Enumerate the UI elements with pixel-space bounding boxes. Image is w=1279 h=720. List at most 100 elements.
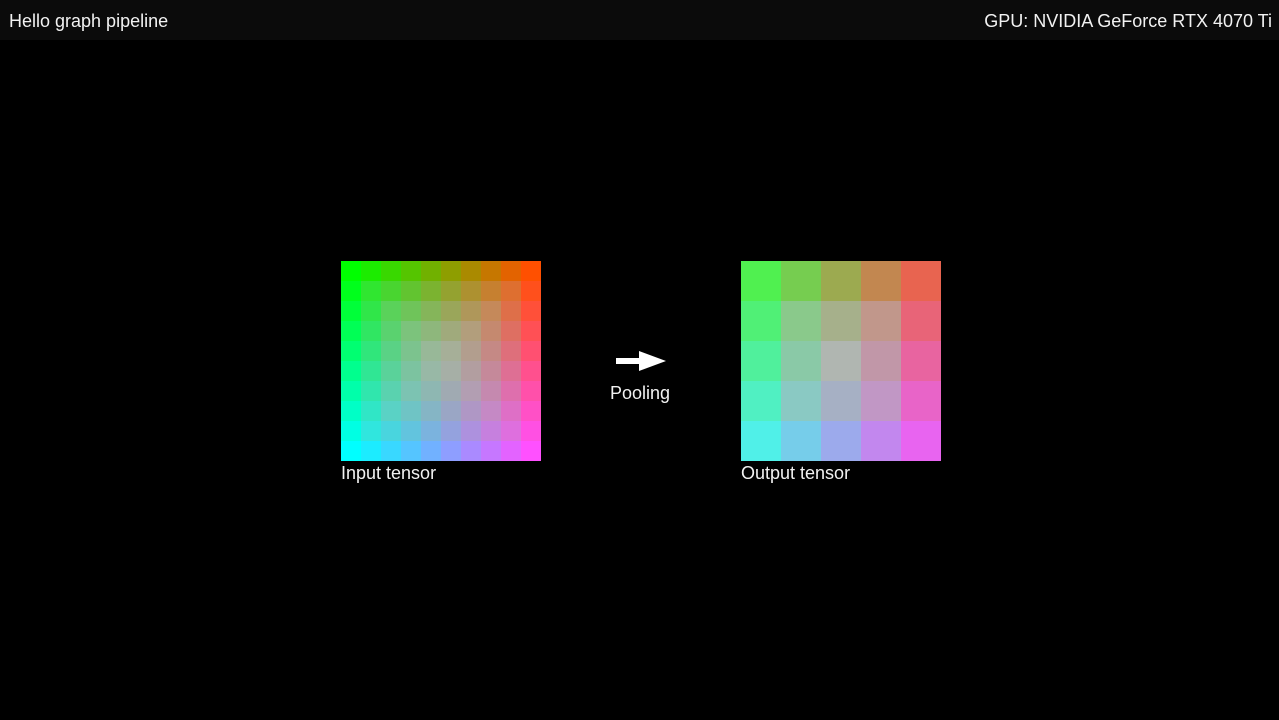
input-tensor-cell	[341, 301, 361, 321]
input-tensor-cell	[341, 281, 361, 301]
input-tensor-cell	[481, 401, 501, 421]
output-tensor-cell	[901, 381, 941, 421]
input-tensor-cell	[381, 401, 401, 421]
input-tensor-cell	[461, 381, 481, 401]
input-tensor-cell	[381, 341, 401, 361]
input-tensor-cell	[441, 361, 461, 381]
input-tensor-cell	[381, 301, 401, 321]
input-tensor-cell	[481, 281, 501, 301]
input-tensor-cell	[381, 381, 401, 401]
input-tensor-cell	[501, 261, 521, 281]
input-tensor-cell	[521, 381, 541, 401]
input-tensor-grid	[341, 261, 541, 461]
input-tensor-caption: Input tensor	[341, 463, 437, 483]
output-tensor-grid	[741, 261, 941, 461]
app-title: Hello graph pipeline	[9, 11, 169, 31]
output-tensor-cell	[741, 301, 781, 341]
output-tensor-cell	[781, 341, 821, 381]
output-tensor-cell	[741, 381, 781, 421]
input-tensor-cell	[361, 301, 381, 321]
input-tensor-cell	[461, 361, 481, 381]
input-tensor-cell	[401, 281, 421, 301]
input-tensor-cell	[521, 401, 541, 421]
input-tensor-cell	[421, 441, 441, 461]
input-tensor-cell	[441, 261, 461, 281]
input-tensor-cell	[421, 421, 441, 441]
output-tensor-cell	[741, 341, 781, 381]
input-tensor-cell	[401, 341, 421, 361]
input-tensor-cell	[401, 261, 421, 281]
input-tensor-cell	[441, 421, 461, 441]
input-tensor-cell	[341, 381, 361, 401]
input-tensor-cell	[441, 381, 461, 401]
input-tensor-cell	[401, 321, 421, 341]
input-tensor-cell	[421, 361, 441, 381]
input-tensor-cell	[501, 381, 521, 401]
input-tensor-cell	[361, 261, 381, 281]
input-tensor-cell	[501, 401, 521, 421]
input-tensor-cell	[481, 301, 501, 321]
input-tensor-cell	[341, 321, 361, 341]
input-tensor-cell	[521, 261, 541, 281]
input-tensor-cell	[341, 361, 361, 381]
output-tensor-cell	[741, 421, 781, 461]
input-tensor-cell	[341, 341, 361, 361]
output-tensor-cell	[901, 301, 941, 341]
input-tensor-cell	[421, 321, 441, 341]
input-tensor-cell	[461, 261, 481, 281]
input-tensor-cell	[521, 301, 541, 321]
input-tensor-cell	[421, 281, 441, 301]
output-tensor-cell	[821, 341, 861, 381]
input-tensor-cell	[481, 381, 501, 401]
input-tensor-cell	[441, 441, 461, 461]
input-tensor-cell	[461, 321, 481, 341]
input-tensor-cell	[441, 341, 461, 361]
output-tensor-cell	[861, 381, 901, 421]
input-tensor-cell	[461, 421, 481, 441]
input-tensor-cell	[361, 441, 381, 461]
input-tensor-cell	[421, 381, 441, 401]
input-tensor-cell	[361, 281, 381, 301]
input-tensor-cell	[381, 281, 401, 301]
input-tensor-cell	[501, 421, 521, 441]
input-tensor-cell	[341, 421, 361, 441]
input-tensor-cell	[421, 401, 441, 421]
input-tensor-cell	[401, 401, 421, 421]
input-tensor-cell	[361, 321, 381, 341]
input-tensor-cell	[441, 401, 461, 421]
input-tensor-cell	[461, 341, 481, 361]
input-tensor-cell	[501, 281, 521, 301]
input-tensor-cell	[381, 361, 401, 381]
input-tensor-cell	[361, 341, 381, 361]
input-tensor-cell	[341, 401, 361, 421]
input-tensor-cell	[401, 301, 421, 321]
input-tensor-cell	[421, 341, 441, 361]
output-tensor-cell	[821, 381, 861, 421]
input-tensor-cell	[441, 281, 461, 301]
output-tensor-cell	[901, 261, 941, 301]
input-tensor-cell	[461, 301, 481, 321]
input-tensor-cell	[441, 321, 461, 341]
input-tensor-cell	[361, 361, 381, 381]
input-tensor-cell	[521, 281, 541, 301]
output-tensor-cell	[901, 341, 941, 381]
output-tensor-cell	[781, 381, 821, 421]
input-tensor-cell	[501, 441, 521, 461]
input-tensor-cell	[501, 321, 521, 341]
input-tensor-cell	[521, 321, 541, 341]
input-tensor-cell	[461, 401, 481, 421]
input-tensor-cell	[381, 321, 401, 341]
input-tensor-cell	[461, 441, 481, 461]
input-tensor-cell	[481, 261, 501, 281]
input-tensor-cell	[381, 421, 401, 441]
input-tensor-cell	[341, 261, 361, 281]
output-tensor-cell	[741, 261, 781, 301]
output-tensor-cell	[821, 261, 861, 301]
input-tensor-cell	[421, 261, 441, 281]
input-tensor-cell	[501, 341, 521, 361]
output-tensor-cell	[861, 261, 901, 301]
output-tensor-cell	[861, 341, 901, 381]
input-tensor-cell	[521, 421, 541, 441]
input-tensor-cell	[481, 441, 501, 461]
output-tensor-caption: Output tensor	[741, 463, 851, 483]
